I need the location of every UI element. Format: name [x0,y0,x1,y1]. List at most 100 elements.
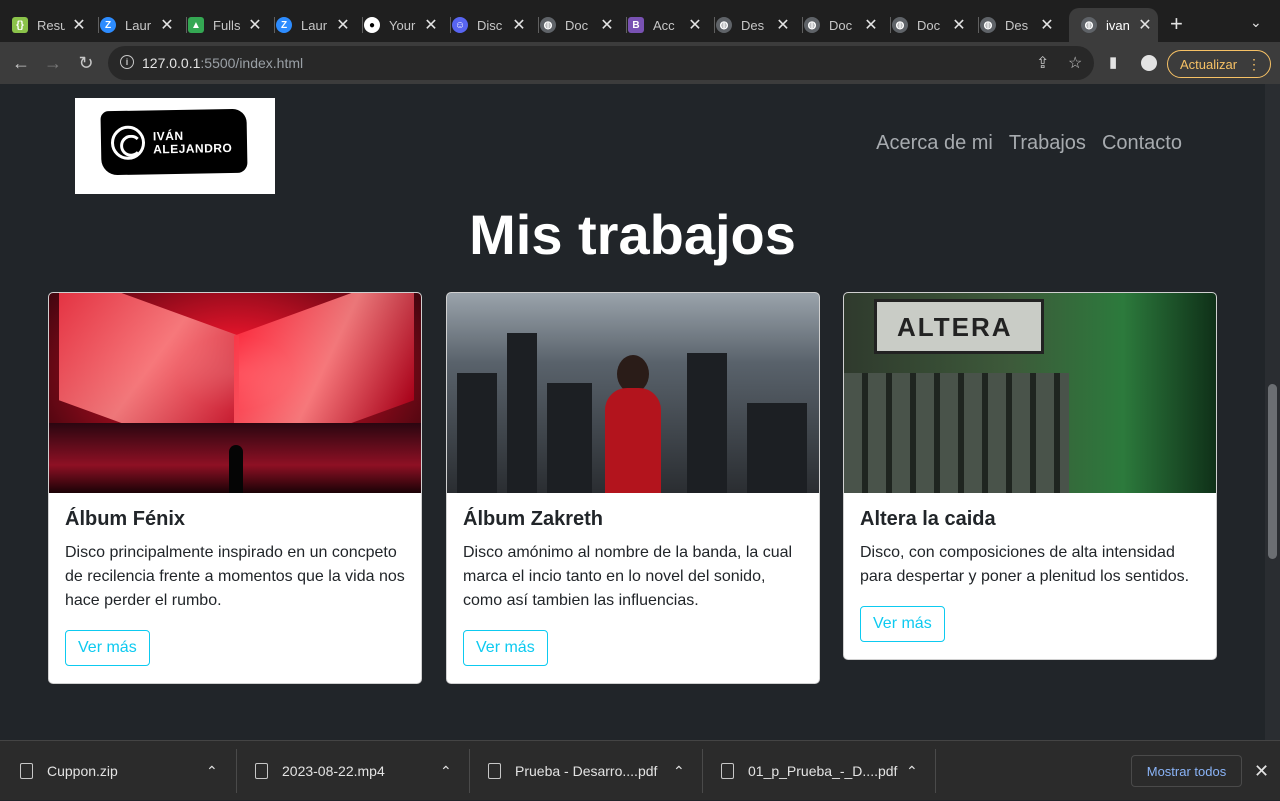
close-icon[interactable]: ✕ [1254,761,1269,782]
tab[interactable]: {} Resu ✕ [12,8,92,42]
card-text: Disco amónimo al nombre de la banda, la … [463,544,793,609]
side-panel-icon[interactable]: ▮ [1109,53,1117,71]
globe-icon: ◍ [540,17,556,33]
close-icon[interactable]: ✕ [158,16,176,34]
download-shelf: Cuppon.zip ⌃ 2023-08-22.mp4 ⌃ Prueba - D… [0,740,1280,800]
tab-title: Des [741,17,765,33]
discord-icon: ☺ [452,17,468,33]
tab[interactable]: ▲ Fulls ✕ [188,8,268,42]
profile-avatar-icon[interactable] [1141,55,1157,71]
download-filename: Cuppon.zip [47,763,118,779]
globe-icon: ◍ [892,17,908,33]
nav-link-works[interactable]: Trabajos [1009,132,1086,155]
tab-title: Disc [477,17,503,33]
card-title: Álbum Zakreth [463,508,604,530]
file-icon [721,763,734,779]
close-icon[interactable]: ✕ [510,16,528,34]
nav-link-contact[interactable]: Contacto [1102,132,1182,155]
site-info-icon[interactable]: i [120,55,134,69]
address-bar[interactable]: i 127.0.0.1:5500/index.html ⇪ ☆ [108,46,1094,80]
close-icon[interactable]: ✕ [950,16,968,34]
tab-title: Fulls [213,17,241,33]
download-item[interactable]: 2023-08-22.mp4 [255,741,385,801]
download-filename: 01_p_Prueba_-_D....pdf [748,763,898,779]
page-viewport: IVÁN ALEJANDRO Acerca de mi Trabajos Con… [0,84,1280,740]
close-icon[interactable]: ✕ [598,16,616,34]
work-card: Álbum Zakreth Disco amónimo al nombre de… [446,292,820,684]
tab-title: ivan [1106,17,1130,33]
tab-title: Doc [829,17,853,33]
download-filename: Prueba - Desarro....pdf [515,763,658,779]
bootstrap-icon: B [628,17,644,33]
site-logo[interactable]: IVÁN ALEJANDRO [75,98,275,194]
card-image-fenix [49,293,421,493]
tab[interactable]: ☺ Disc ✕ [452,8,532,42]
update-button[interactable]: Actualizar ⋮ [1167,50,1271,78]
tab[interactable]: ◍ Doc ✕ [892,8,972,42]
globe-icon: ◍ [804,17,820,33]
chevron-up-icon[interactable]: ⌃ [440,741,452,801]
close-icon[interactable]: ✕ [862,16,880,34]
tab[interactable]: Z Laur ✕ [276,8,356,42]
download-item[interactable]: Cuppon.zip [20,741,118,801]
tab-title: Des [1005,17,1029,33]
show-all-downloads-button[interactable]: Mostrar todos [1131,755,1242,787]
tab-strip: {} Resu ✕ Z Laur ✕ ▲ Fulls ✕ Z Laur ✕ ● … [0,0,1280,48]
bookmark-star-icon[interactable]: ☆ [1068,53,1082,73]
tab[interactable]: ◍ Doc ✕ [804,8,884,42]
close-icon[interactable]: ✕ [334,16,352,34]
download-item[interactable]: 01_p_Prueba_-_D....pdf [721,741,897,801]
url-text[interactable]: 127.0.0.1:5500/index.html [142,55,303,71]
code-icon: {} [12,17,28,33]
tab-title: Laur [301,17,328,33]
tab-title: Resu [37,17,65,33]
tab[interactable]: ◍ Des ✕ [980,8,1060,42]
zoom-icon: Z [276,17,292,33]
scrollbar-thumb[interactable] [1268,384,1277,559]
download-item[interactable]: Prueba - Desarro....pdf [488,741,657,801]
tab-search-icon[interactable]: ⌄ [1250,14,1262,31]
file-icon [20,763,33,779]
new-tab-button[interactable]: + [1170,13,1183,35]
tab[interactable]: ◍ Des ✕ [716,8,796,42]
close-icon[interactable]: ✕ [70,16,88,34]
tab-active[interactable]: ◍ ivan ✕ [1069,8,1158,42]
tab[interactable]: Z Laur ✕ [100,8,180,42]
chevron-up-icon[interactable]: ⌃ [673,741,685,801]
ver-mas-button[interactable]: Ver más [463,630,548,666]
close-icon[interactable]: ✕ [422,16,440,34]
file-icon [255,763,268,779]
close-icon[interactable]: ✕ [1038,16,1056,34]
card-text: Disco, con composiciones de alta intensi… [860,544,1190,585]
zoom-icon: Z [100,17,116,33]
work-card: ALTERA Altera la caida Disco, con compos… [843,292,1217,660]
tab[interactable]: B Acc ✕ [628,8,708,42]
spiral-icon [110,125,146,161]
close-icon[interactable]: ✕ [686,16,704,34]
globe-icon: ◍ [716,17,732,33]
page-scrollbar[interactable] [1265,84,1280,740]
close-icon[interactable]: ✕ [774,16,792,34]
menu-dots-icon[interactable]: ⋮ [1247,56,1261,73]
forward-icon[interactable]: → [40,50,66,76]
globe-icon: ◍ [1081,17,1097,33]
chevron-up-icon[interactable]: ⌃ [206,741,218,801]
reload-icon[interactable]: ↻ [73,50,99,76]
nav-link-about[interactable]: Acerca de mi [876,132,993,155]
ver-mas-button[interactable]: Ver más [65,630,150,666]
tab-title: Doc [917,17,941,33]
tab-title: Acc [653,17,675,33]
back-icon[interactable]: ← [8,50,34,76]
share-icon[interactable]: ⇪ [1036,53,1049,73]
chevron-up-icon[interactable]: ⌃ [906,741,918,801]
card-title: Álbum Fénix [65,508,186,530]
image-sign: ALTERA [874,299,1044,354]
card-image-zakreth [447,293,819,493]
tab-title: Laur [125,17,152,33]
close-icon[interactable]: ✕ [246,16,264,34]
ver-mas-button[interactable]: Ver más [860,606,945,642]
tab[interactable]: ◍ Doc ✕ [540,8,620,42]
close-icon[interactable]: ✕ [1136,16,1154,34]
tab[interactable]: ● Your ✕ [364,8,444,42]
card-title: Altera la caida [860,508,996,530]
